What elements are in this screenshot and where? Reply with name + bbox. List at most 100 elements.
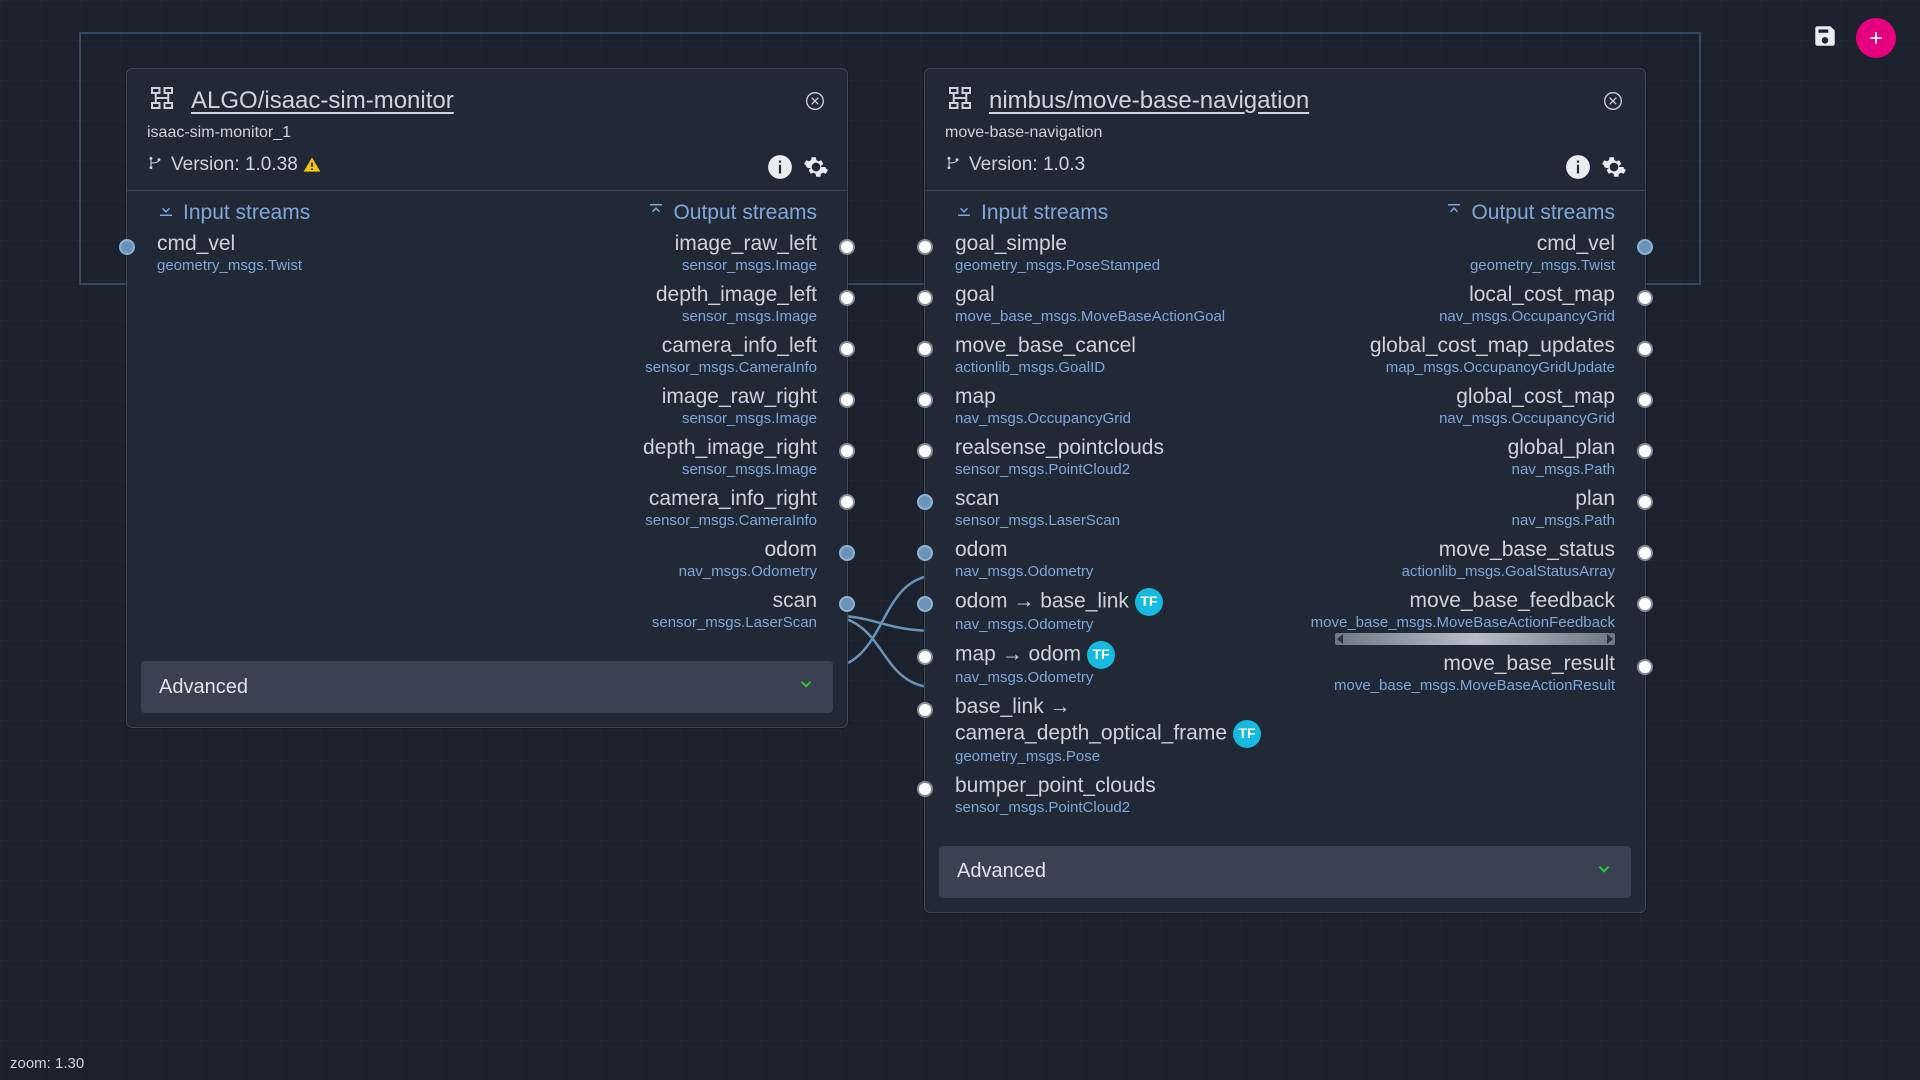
output-stream[interactable]: global_cost_mapnav_msgs.OccupancyGrid — [1285, 380, 1615, 431]
save-icon[interactable] — [1812, 23, 1838, 54]
warning-icon[interactable] — [302, 155, 322, 175]
inputs-column: Input streams goal_simplegeometry_msgs.P… — [925, 201, 1285, 820]
output-stream[interactable]: depth_image_rightsensor_msgs.Image — [487, 431, 817, 482]
output-stream[interactable]: global_plannav_msgs.Path — [1285, 431, 1615, 482]
output-port[interactable] — [839, 341, 855, 357]
output-port[interactable] — [1637, 494, 1653, 510]
close-icon[interactable] — [805, 91, 825, 111]
input-stream[interactable]: map → odomTFnav_msgs.Odometry — [955, 637, 1285, 690]
version-row: Version: 1.0.38 — [127, 154, 847, 190]
input-stream[interactable]: goal_simplegeometry_msgs.PoseStamped — [955, 227, 1285, 278]
output-port[interactable] — [839, 596, 855, 612]
output-port[interactable] — [1637, 392, 1653, 408]
node-title[interactable]: nimbus/move-base-navigation — [989, 87, 1309, 115]
input-port[interactable] — [917, 545, 933, 561]
output-port[interactable] — [1637, 341, 1653, 357]
output-stream[interactable]: depth_image_leftsensor_msgs.Image — [487, 278, 817, 329]
add-button[interactable] — [1856, 18, 1896, 58]
stream-name: map — [955, 384, 1285, 410]
info-icon[interactable] — [1565, 154, 1591, 180]
input-port[interactable] — [917, 596, 933, 612]
output-port[interactable] — [839, 239, 855, 255]
input-port[interactable] — [917, 494, 933, 510]
input-port[interactable] — [917, 443, 933, 459]
output-port[interactable] — [1637, 596, 1653, 612]
stream-type: sensor_msgs.PointCloud2 — [955, 799, 1285, 818]
advanced-toggle[interactable]: Advanced — [141, 661, 833, 713]
input-stream[interactable]: mapnav_msgs.OccupancyGrid — [955, 380, 1285, 431]
input-port[interactable] — [917, 781, 933, 797]
input-stream[interactable]: move_base_cancelactionlib_msgs.GoalID — [955, 329, 1285, 380]
input-stream[interactable]: cmd_velgeometry_msgs.Twist — [157, 227, 487, 278]
stream-name: map → odomTF — [955, 641, 1285, 669]
input-stream[interactable]: bumper_point_cloudssensor_msgs.PointClou… — [955, 769, 1285, 820]
input-stream[interactable]: odom → base_linkTFnav_msgs.Odometry — [955, 584, 1285, 637]
input-stream[interactable]: base_link → camera_depth_optical_frameTF… — [955, 690, 1285, 769]
advanced-toggle[interactable]: Advanced — [939, 846, 1631, 898]
output-port[interactable] — [839, 545, 855, 561]
stream-name: scan — [487, 588, 817, 614]
output-stream[interactable]: move_base_statusactionlib_msgs.GoalStatu… — [1285, 533, 1615, 584]
gear-icon[interactable] — [1601, 154, 1627, 180]
info-icon[interactable] — [767, 154, 793, 180]
branch-icon — [945, 155, 969, 176]
tf-badge: TF — [1233, 720, 1261, 748]
input-port[interactable] — [917, 341, 933, 357]
output-stream[interactable]: camera_info_rightsensor_msgs.CameraInfo — [487, 482, 817, 533]
output-port[interactable] — [1637, 290, 1653, 306]
output-stream[interactable]: move_base_resultmove_base_msgs.MoveBaseA… — [1285, 647, 1615, 698]
output-port[interactable] — [839, 443, 855, 459]
output-port[interactable] — [1637, 443, 1653, 459]
node-isaac-sim-monitor[interactable]: ALGO/isaac-sim-monitor isaac-sim-monitor… — [126, 68, 848, 728]
stream-type: move_base_msgs.MoveBaseActionResult — [1285, 677, 1615, 696]
stream-type: actionlib_msgs.GoalID — [955, 359, 1285, 378]
output-stream[interactable]: cmd_velgeometry_msgs.Twist — [1285, 227, 1615, 278]
output-port[interactable] — [1637, 659, 1653, 675]
version-text: Version: 1.0.3 — [969, 154, 1085, 176]
input-port[interactable] — [917, 649, 933, 665]
output-stream[interactable]: scansensor_msgs.LaserScan — [487, 584, 817, 635]
node-title[interactable]: ALGO/isaac-sim-monitor — [191, 87, 454, 115]
node-subtitle: move-base-navigation — [945, 124, 1625, 142]
stream-type: nav_msgs.Path — [1285, 461, 1615, 480]
output-stream[interactable]: camera_info_leftsensor_msgs.CameraInfo — [487, 329, 817, 380]
top-toolbar — [1812, 18, 1896, 58]
output-stream[interactable]: move_base_feedbackmove_base_msgs.MoveBas… — [1285, 584, 1615, 647]
input-port[interactable] — [917, 392, 933, 408]
stream-type: sensor_msgs.Image — [487, 308, 817, 327]
output-port[interactable] — [1637, 545, 1653, 561]
output-stream[interactable]: global_cost_map_updatesmap_msgs.Occupanc… — [1285, 329, 1615, 380]
input-port[interactable] — [917, 702, 933, 718]
output-stream[interactable]: odomnav_msgs.Odometry — [487, 533, 817, 584]
flow-icon — [945, 83, 975, 118]
output-stream[interactable]: image_raw_leftsensor_msgs.Image — [487, 227, 817, 278]
chevron-down-icon — [797, 675, 815, 699]
input-stream[interactable]: goalmove_base_msgs.MoveBaseActionGoal — [955, 278, 1285, 329]
output-port[interactable] — [839, 494, 855, 510]
horizontal-scroll-indicator[interactable] — [1335, 633, 1615, 645]
output-stream[interactable]: local_cost_mapnav_msgs.OccupancyGrid — [1285, 278, 1615, 329]
input-stream[interactable]: odomnav_msgs.Odometry — [955, 533, 1285, 584]
gear-icon[interactable] — [803, 154, 829, 180]
tf-badge: TF — [1087, 641, 1115, 669]
input-port[interactable] — [119, 239, 135, 255]
stream-name: realsense_pointclouds — [955, 435, 1285, 461]
output-port[interactable] — [839, 392, 855, 408]
node-move-base-navigation[interactable]: nimbus/move-base-navigation move-base-na… — [924, 68, 1646, 913]
close-icon[interactable] — [1603, 91, 1623, 111]
input-stream[interactable]: scansensor_msgs.LaserScan — [955, 482, 1285, 533]
chevron-down-icon — [1595, 860, 1613, 884]
outputs-column: Output streams image_raw_leftsensor_msgs… — [487, 201, 847, 635]
output-stream[interactable]: plannav_msgs.Path — [1285, 482, 1615, 533]
input-port[interactable] — [917, 239, 933, 255]
stream-type: nav_msgs.Odometry — [955, 616, 1285, 635]
stream-type: nav_msgs.Path — [1285, 512, 1615, 531]
stream-name: depth_image_left — [487, 282, 817, 308]
version-row: Version: 1.0.3 — [925, 154, 1645, 190]
output-stream[interactable]: image_raw_rightsensor_msgs.Image — [487, 380, 817, 431]
input-stream[interactable]: realsense_pointcloudssensor_msgs.PointCl… — [955, 431, 1285, 482]
output-port[interactable] — [839, 290, 855, 306]
stream-type: nav_msgs.Odometry — [955, 563, 1285, 582]
input-port[interactable] — [917, 290, 933, 306]
output-port[interactable] — [1637, 239, 1653, 255]
